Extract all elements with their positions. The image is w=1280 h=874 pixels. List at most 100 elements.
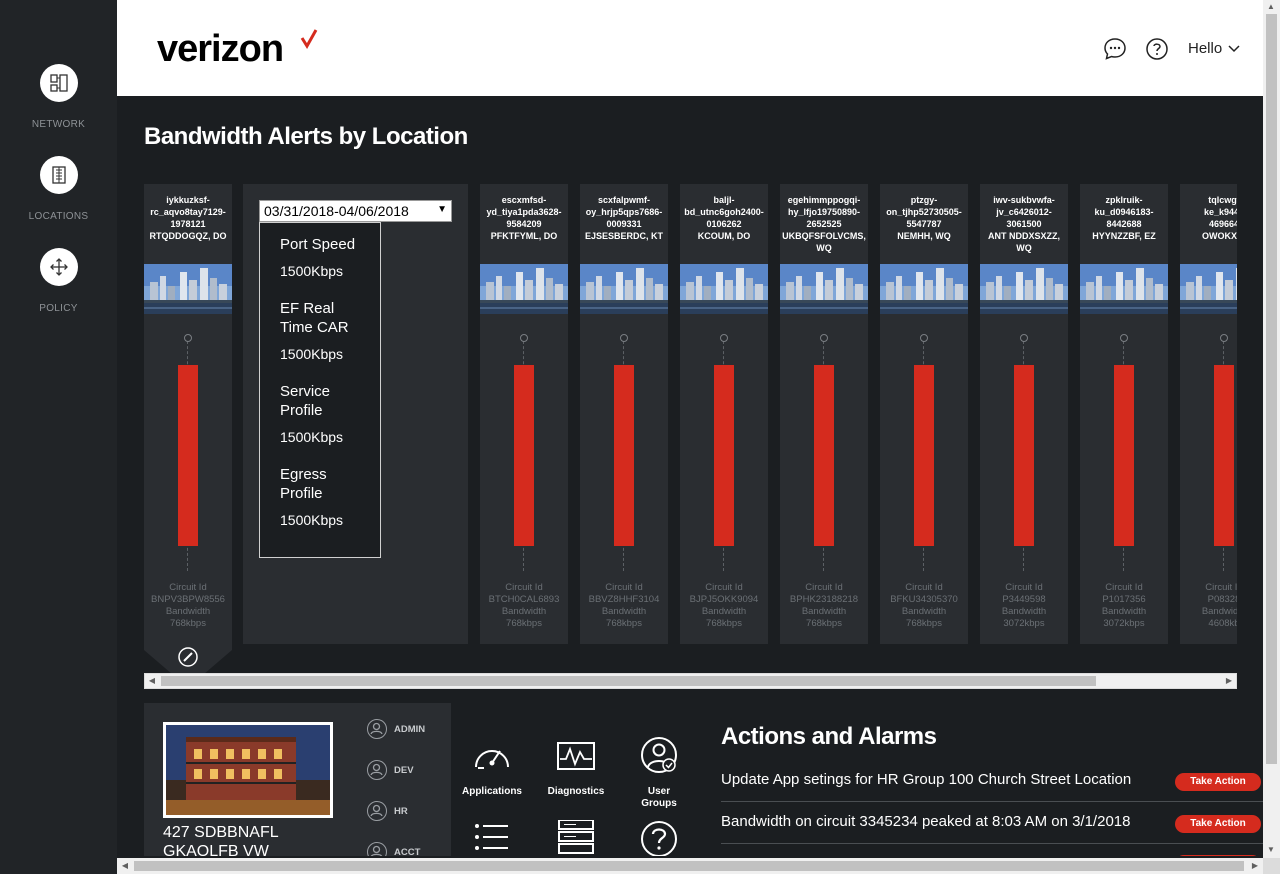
circuit-label: Circuit Id [705,582,743,593]
dropdown-item-label[interactable]: EF Real Time CAR [280,299,370,337]
bandwidth-knob[interactable] [820,334,828,342]
header: verizon Hello [117,0,1263,96]
building-icon [39,156,78,194]
take-action-button-partial[interactable] [1175,855,1261,856]
circuit-info: Circuit Id BBVZ8HHF3104 Bandwidth 768kbps [580,582,668,630]
scroll-left-arrow[interactable]: ◀ [118,859,132,873]
scroll-right-arrow[interactable]: ▶ [1222,674,1236,688]
take-action-button[interactable]: Take Action [1175,815,1261,833]
circuit-label: Circuit Id [505,582,543,593]
bandwidth-knob[interactable] [920,334,928,342]
bandwidth-knob[interactable] [520,334,528,342]
action-text: Update App setings for HR Group 100 Chur… [721,771,1132,788]
dropdown-item-label[interactable]: Port Speed [280,235,355,254]
gauge-icon [475,750,509,769]
nav-item-network[interactable]: NETWORK [0,64,117,130]
bandwidth-knob[interactable] [1120,334,1128,342]
scroll-down-arrow[interactable]: ▼ [1264,843,1278,857]
user-icon [367,719,387,739]
circuit-info: Circuit Id BJPJ5OKK9094 Bandwidth 768kbps [680,582,768,630]
verizon-logo[interactable]: verizon [157,28,284,71]
location-card[interactable]: baljl- bd_utnc6goh2400- 0106262 KCOUM, D… [680,184,768,644]
location-name: baljl- bd_utnc6goh2400- 0106262 KCOUM, D… [684,195,764,241]
server-icon [558,819,594,854]
circuit-id: P1017356 [1102,594,1146,605]
help-icon[interactable] [1145,37,1169,61]
location-cards: 03/31/2018-04/06/2018 ▼ Port Speed 1500K… [144,184,1237,644]
caret-down-icon: ▼ [437,204,447,215]
bandwidth-value: 768kbps [906,618,942,629]
dropdown-item-value: 1500Kbps [280,429,344,445]
bandwidth-knob[interactable] [184,334,192,342]
chevron-down-icon [1228,45,1240,53]
location-name: iykkuzksf- rc_aqvo8tay7129- 1978121 RTQD… [149,195,227,241]
tool-label: User Groups [641,786,677,809]
bandwidth-label: Bandwidth [1101,606,1147,617]
edit-tab[interactable] [144,644,232,674]
location-card[interactable]: tqlcwgt ke_k9441 469664 OWOKXUI Circuit I… [1180,184,1237,644]
location-card[interactable]: iwv-sukbvwfa- jv_c6426012- 3061500 ANT N… [980,184,1068,644]
cards-scrollbar[interactable]: ◀ ▶ [144,673,1237,689]
location-photo [163,722,333,818]
take-action-button[interactable]: Take Action [1175,773,1261,791]
bandwidth-label: Bandwidth [165,606,211,617]
horizontal-scroll-thumb[interactable] [134,861,1244,871]
bandwidth-value: 4608kb [1208,618,1237,629]
nav-label-locations: LOCATIONS [28,211,89,222]
bandwidth-knob[interactable] [720,334,728,342]
circuit-id: BNPV3BPW8556 [151,594,225,605]
tool-servers[interactable] [540,819,612,856]
group-label: ACCT [394,847,421,856]
bandwidth-knob[interactable] [620,334,628,342]
scroll-right-arrow[interactable]: ▶ [1248,859,1262,873]
circuit-info: Circuit IdP08328Bandwidth4608kb [1180,582,1237,630]
chat-icon[interactable] [1103,37,1127,61]
circuit-id: P08328 [1207,594,1237,605]
dropdown-item-label[interactable]: Egress Profile [280,465,360,503]
circuit-info: Circuit Id BNPV3BPW8556 Bandwidth 768kbps [144,582,232,630]
location-name: ptzgy- on_tjhp52730505- 5547787 NEMHH, W… [886,195,962,241]
bandwidth-label: Bandwidth [701,606,747,617]
nav-label-network: NETWORK [31,119,86,130]
user-icon [367,842,387,856]
bandwidth-bar [914,365,934,546]
greeting-text: Hello [1188,40,1223,57]
circuit-info: Circuit Id BFKU34305370 Bandwidth 768kbps [880,582,968,630]
date-range-value: 03/31/2018-04/06/2018 [264,203,409,219]
location-card[interactable]: ptzgy- on_tjhp52730505- 5547787 NEMHH, W… [880,184,968,644]
tool-help[interactable] [623,820,695,856]
scroll-up-arrow[interactable]: ▲ [1264,0,1278,14]
tool-list[interactable] [456,820,528,856]
location-card[interactable]: zpklruik- ku_d0946183- 8442688 HYYNZZBF,… [1080,184,1168,644]
date-range-select[interactable]: 03/31/2018-04/06/2018 ▼ [259,200,452,222]
vertical-scroll-thumb[interactable] [1266,14,1277,764]
scroll-thumb[interactable] [161,676,1096,686]
action-text: Bandwidth on circuit 3345234 peaked at 8… [721,813,1131,830]
location-card[interactable]: iykkuzksf- rc_aqvo8tay7129- 1978121 RTQD… [144,184,232,644]
dropdown-item-label[interactable]: Service Profile [280,382,360,420]
circuit-label: Circuit Id [605,582,643,593]
location-card[interactable]: egehimmppogqi- hy_lfjo19750890- 2652525 … [780,184,868,644]
circuit-label: Circuit Id [905,582,943,593]
horizontal-scrollbar[interactable]: ◀ ▶ [117,858,1263,874]
bandwidth-bar [514,365,534,546]
circuit-info: Circuit Id P1017356 Bandwidth 3072kbps [1080,582,1168,630]
tool-user-groups[interactable]: User Groups [623,737,695,810]
tool-applications[interactable]: Applications [456,737,528,798]
location-card[interactable]: escxmfsd- yd_tiya1pda3628- 9584209 PFKTF… [480,184,568,644]
bandwidth-knob[interactable] [1220,334,1228,342]
action-row [721,844,1263,856]
bandwidth-knob[interactable] [1020,334,1028,342]
scroll-left-arrow[interactable]: ◀ [145,674,159,688]
location-card[interactable]: scxfalpwmf- oy_hrjp5qps7686- 0009331 EJS… [580,184,668,644]
circuit-label: Circuit Id [1105,582,1143,593]
vertical-scrollbar[interactable]: ▲ ▼ [1263,0,1280,858]
nav-item-locations[interactable]: LOCATIONS [0,156,117,222]
help-icon [641,821,677,856]
scrollbar-corner [1263,858,1280,874]
user-icon [367,760,387,780]
nav-item-policy[interactable]: POLICY [0,248,117,314]
user-menu[interactable]: Hello [1188,40,1240,57]
tool-diagnostics[interactable]: Diagnostics [540,737,612,798]
bandwidth-value: 768kbps [506,618,542,629]
